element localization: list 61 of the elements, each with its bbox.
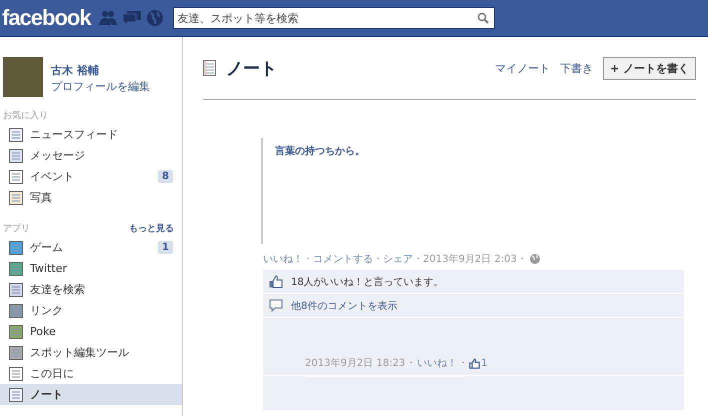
- separator: ・: [303, 253, 313, 266]
- app-icon: [8, 302, 24, 318]
- separator: ・: [373, 253, 383, 266]
- timestamp: 2013年9月2日 18:23: [305, 357, 406, 370]
- count-badge: 1: [158, 241, 173, 254]
- app-icon: [8, 386, 24, 402]
- sidebar-item[interactable]: イベント 8: [0, 166, 182, 187]
- count-badge: 8: [158, 170, 173, 183]
- sidebar-item[interactable]: Poke: [0, 321, 182, 342]
- action-link[interactable]: シェア: [383, 252, 413, 266]
- messages-icon[interactable]: [122, 10, 141, 26]
- app-icon: [8, 344, 24, 360]
- separator: ・: [516, 253, 527, 266]
- section-title: お気に入り: [3, 110, 48, 122]
- thumbs-up-icon: [469, 358, 480, 368]
- sidebar-item[interactable]: 写真: [0, 187, 182, 208]
- more-comments-row[interactable]: 他8件のコメントを表示: [263, 294, 684, 318]
- sidebar-item[interactable]: 友達を検索: [0, 279, 182, 300]
- separator: ・: [413, 253, 423, 266]
- notepad-icon: [203, 60, 216, 76]
- section-title: アプリ: [3, 222, 30, 235]
- note-title-link[interactable]: 言葉の持つちから。: [275, 146, 365, 157]
- see-more-link[interactable]: もっと見る: [129, 222, 174, 235]
- globe-icon: [530, 254, 540, 264]
- app-icon: [8, 168, 24, 184]
- timestamp: 2013年9月2日 2:03: [423, 253, 517, 266]
- sidebar-item[interactable]: ニュースフィード: [0, 124, 182, 145]
- sidebar-item[interactable]: メッセージ: [0, 145, 182, 166]
- friends-icon[interactable]: [98, 10, 117, 26]
- search-field[interactable]: 友達、スポット等を検索: [172, 7, 495, 29]
- separator: ・: [458, 357, 468, 370]
- page-title: ノート: [226, 58, 277, 80]
- separator: ・: [406, 357, 416, 370]
- action-link[interactable]: コメントする: [313, 252, 373, 266]
- write-note-button[interactable]: + ノートを書く: [602, 56, 696, 80]
- logo[interactable]: facebook: [2, 5, 91, 31]
- app-icon: [8, 324, 24, 340]
- nav-link[interactable]: 下書き: [560, 60, 593, 76]
- app-icon: [8, 366, 24, 382]
- sidebar-item[interactable]: Twitter: [0, 258, 182, 279]
- action-link[interactable]: いいね！: [263, 252, 303, 266]
- sidebar-item[interactable]: この日に: [0, 363, 182, 384]
- nav-link[interactable]: マイノート: [494, 60, 550, 76]
- edit-profile-link[interactable]: プロフィールを編集: [51, 79, 150, 94]
- app-icon: [8, 260, 24, 276]
- thumbs-up-icon: [269, 275, 283, 288]
- app-icon: [8, 240, 24, 256]
- app-icon: [8, 190, 24, 206]
- globe-icon[interactable]: [146, 10, 163, 26]
- photo-placeholder[interactable]: [3, 57, 43, 97]
- search-icon[interactable]: [476, 12, 489, 24]
- sidebar-item[interactable]: リンク: [0, 300, 182, 321]
- profile-name[interactable]: 古木 裕輔: [51, 63, 150, 78]
- app-icon: [8, 126, 24, 142]
- sidebar-item[interactable]: ノート: [0, 384, 182, 405]
- app-icon: [8, 282, 24, 298]
- comment-icon: [269, 299, 283, 312]
- likes-text: 18人がいいね！と言っています。: [291, 276, 444, 288]
- app-icon: [8, 148, 24, 164]
- sidebar-item[interactable]: ゲーム 1: [0, 237, 182, 258]
- sidebar-item[interactable]: スポット編集ツール: [0, 342, 182, 363]
